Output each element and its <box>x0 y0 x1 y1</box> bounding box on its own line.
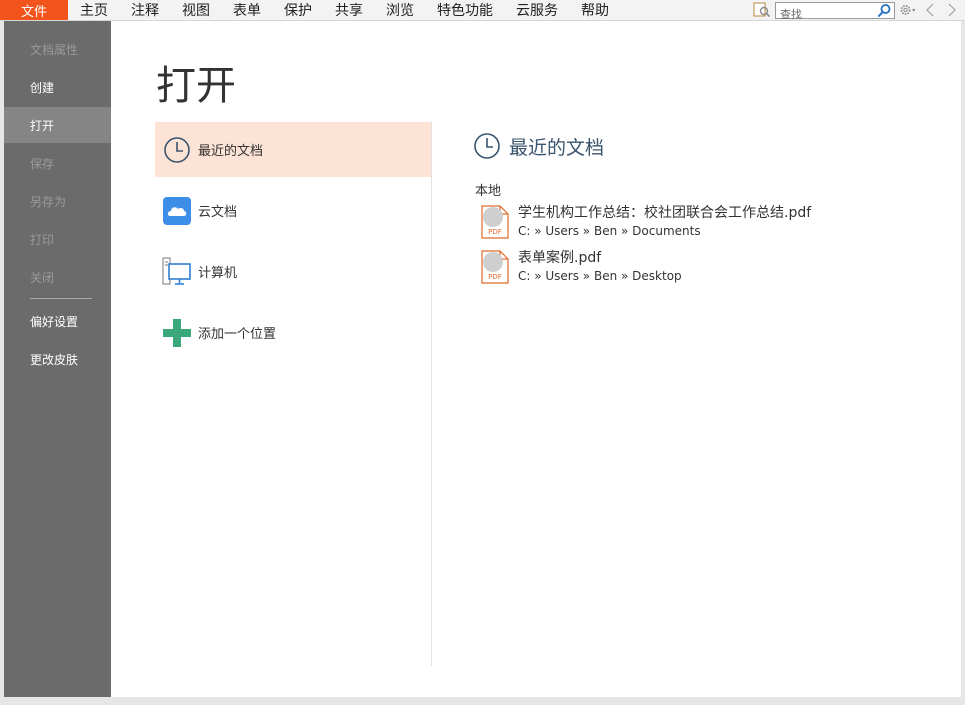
file-sidebar: 文档属性 创建 打开 保存 另存为 打印 关闭 偏好设置 更改皮肤 <box>4 21 111 697</box>
location-label: 云文档 <box>198 205 238 220</box>
file-name: 表单案例.pdf <box>518 250 602 266</box>
location-recent-documents[interactable]: 最近的文档 <box>155 122 431 177</box>
location-cloud-documents[interactable]: 云文档 <box>155 183 431 238</box>
sidebar-item-close[interactable]: 关闭 <box>4 259 111 295</box>
sidebar-item-save[interactable]: 保存 <box>4 145 111 181</box>
location-label: 添加一个位置 <box>198 327 277 342</box>
menu-protect[interactable]: 保护 <box>272 0 323 20</box>
recent-file-item[interactable]: PDF 表单案例.pdf C: » Users » Ben » Desktop <box>481 247 941 287</box>
sidebar-item-preferences[interactable]: 偏好设置 <box>4 303 111 339</box>
menu-bar: 文件 主页 注释 视图 表单 保护 共享 浏览 特色功能 云服务 帮助 <box>0 0 965 22</box>
sidebar-item-create[interactable]: 创建 <box>4 69 111 105</box>
clock-icon <box>474 133 500 159</box>
menu-file[interactable]: 文件 <box>0 0 68 20</box>
menu-home[interactable]: 主页 <box>68 0 119 20</box>
file-name: 学生机构工作总结：校社团联合会工作总结.pdf <box>518 205 812 221</box>
location-add-place[interactable]: 添加一个位置 <box>155 305 431 360</box>
pdf-icon-label: PDF <box>488 228 502 236</box>
clock-icon <box>162 135 192 165</box>
nav-back-icon[interactable] <box>921 1 939 19</box>
menu-right-tools <box>753 0 965 22</box>
recent-file-item[interactable]: PDF 学生机构工作总结：校社团联合会工作总结.pdf C: » Users »… <box>481 202 941 242</box>
sidebar-item-change-skin[interactable]: 更改皮肤 <box>4 341 111 377</box>
menu-help[interactable]: 帮助 <box>569 0 620 20</box>
menu-view[interactable]: 视图 <box>170 0 221 20</box>
nav-forward-icon[interactable] <box>943 1 961 19</box>
location-computer[interactable]: 计算机 <box>155 244 431 299</box>
settings-icon[interactable] <box>899 1 917 19</box>
sidebar-item-print[interactable]: 打印 <box>4 221 111 257</box>
menu-features[interactable]: 特色功能 <box>425 0 504 20</box>
page-title: 打开 <box>156 63 236 109</box>
computer-icon <box>162 257 192 287</box>
recent-heading-text: 最近的文档 <box>509 136 605 159</box>
find-document-icon[interactable] <box>753 2 771 18</box>
panel-divider <box>431 121 432 666</box>
sidebar-item-save-as[interactable]: 另存为 <box>4 183 111 219</box>
menu-share[interactable]: 共享 <box>323 0 374 20</box>
recent-heading: 最近的文档 <box>473 131 953 161</box>
local-section-label: 本地 <box>475 184 502 199</box>
location-label: 计算机 <box>198 266 238 281</box>
pdf-file-icon: PDF <box>481 205 509 239</box>
menu-cloud-services[interactable]: 云服务 <box>504 0 569 20</box>
open-panel: 打开 最近的文档 云文档 计算机 添加一个位置 最近的文档 本地 PDF 学生机… <box>111 21 961 697</box>
window-right-border <box>961 21 965 697</box>
sidebar-divider <box>30 298 92 299</box>
pdf-file-icon: PDF <box>481 250 509 284</box>
recent-documents-panel: 最近的文档 本地 PDF 学生机构工作总结：校社团联合会工作总结.pdf C: … <box>473 131 953 284</box>
sidebar-item-open[interactable]: 打开 <box>4 107 111 143</box>
window-bottom-border <box>0 697 965 705</box>
search-box <box>775 1 895 22</box>
file-path: C: » Users » Ben » Desktop <box>518 269 682 283</box>
menu-form[interactable]: 表单 <box>221 0 272 20</box>
menu-browse[interactable]: 浏览 <box>374 0 425 20</box>
sidebar-item-document-properties[interactable]: 文档属性 <box>4 31 111 67</box>
search-input[interactable] <box>776 6 876 22</box>
search-icon[interactable] <box>876 3 892 19</box>
location-label: 最近的文档 <box>198 144 264 159</box>
file-path: C: » Users » Ben » Documents <box>518 224 701 238</box>
pdf-icon-label: PDF <box>488 273 502 281</box>
plus-icon <box>162 318 192 348</box>
cloud-icon <box>162 196 192 226</box>
gear-icon <box>900 5 916 15</box>
menu-comment[interactable]: 注释 <box>119 0 170 20</box>
